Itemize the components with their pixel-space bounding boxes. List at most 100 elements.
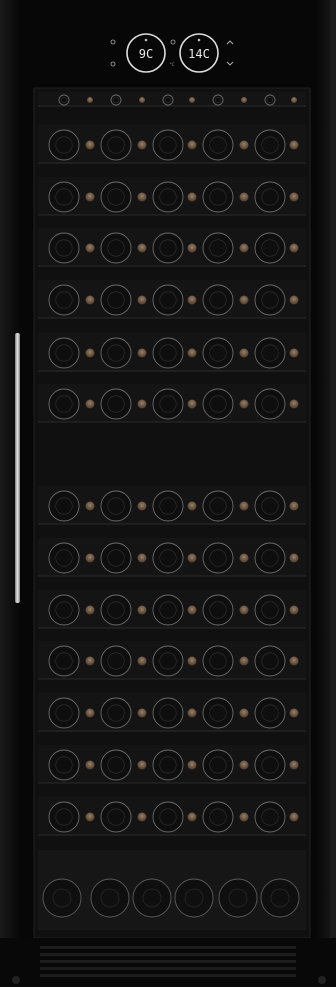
bottle-base: [110, 94, 122, 106]
bottle-base: [254, 284, 286, 316]
bottle-base: [152, 801, 184, 833]
bottle-cork: [187, 399, 197, 409]
bottle-base: [100, 801, 132, 833]
wine-shelf[interactable]: [38, 693, 306, 732]
bottle-base: [152, 645, 184, 677]
bottle-base: [202, 181, 234, 213]
bottle-cork: [239, 656, 249, 666]
bottle-base: [100, 388, 132, 420]
bottle-cork: [137, 553, 147, 563]
bottle-cork: [239, 399, 249, 409]
bottle-cork: [85, 553, 95, 563]
bottle-base: [202, 490, 234, 522]
wine-cooler: 9C 14C °C: [0, 0, 336, 987]
bottle-base: [100, 542, 132, 574]
bottle-base: [48, 337, 80, 369]
bottle-cork: [187, 348, 197, 358]
bottle-cork: [85, 140, 95, 150]
bottle-cork: [187, 553, 197, 563]
bottle-cork: [239, 501, 249, 511]
bottle-cork: [137, 708, 147, 718]
bottle-base: [254, 129, 286, 161]
bottle-cork: [239, 348, 249, 358]
bottle-cork: [289, 348, 299, 358]
bottle-cork: [189, 97, 195, 103]
bottle-base: [254, 337, 286, 369]
wine-shelf[interactable]: [38, 280, 306, 319]
bottle-base: [100, 232, 132, 264]
bottle-base: [100, 490, 132, 522]
wine-shelf[interactable]: [38, 177, 306, 216]
bottle-cork: [87, 97, 93, 103]
bottle-base: [152, 284, 184, 316]
bottle-base: [152, 490, 184, 522]
bottle-base: [48, 284, 80, 316]
front-foot-left: [12, 976, 20, 984]
bottle-cork: [187, 656, 197, 666]
bottle-base: [48, 697, 80, 729]
wine-shelf[interactable]: [38, 333, 306, 372]
grille-slat: [40, 974, 296, 977]
wine-shelf[interactable]: [38, 125, 306, 164]
bottle-cork: [187, 501, 197, 511]
bottle-base: [48, 801, 80, 833]
unit-label: °C: [170, 62, 175, 67]
bottle-base: [202, 801, 234, 833]
wine-shelf[interactable]: [38, 590, 306, 629]
bottle-base: [202, 284, 234, 316]
bottle-cork: [85, 812, 95, 822]
wine-shelf[interactable]: [38, 538, 306, 577]
bottle-base: [152, 232, 184, 264]
bottle-cork: [85, 501, 95, 511]
bottle-cork: [137, 243, 147, 253]
bottle-base: [202, 749, 234, 781]
bottle-base: [202, 542, 234, 574]
left-zone-temperature: 9C: [139, 47, 153, 61]
grille-slat: [40, 946, 296, 949]
bottle-cork: [137, 295, 147, 305]
bottle-cork: [289, 605, 299, 615]
bottle-cork: [187, 708, 197, 718]
bottle-cork: [289, 708, 299, 718]
wine-shelf[interactable]: [38, 228, 306, 267]
bottle-cork: [85, 192, 95, 202]
bottle-cork: [137, 348, 147, 358]
bottle-cork: [137, 656, 147, 666]
bottle-cork: [289, 656, 299, 666]
wine-shelf[interactable]: [38, 92, 306, 107]
bottle-base: [152, 749, 184, 781]
bottle-cork: [289, 192, 299, 202]
bottle-base: [202, 645, 234, 677]
bottle-cork: [239, 140, 249, 150]
bottle-base: [152, 181, 184, 213]
bottle-base: [212, 94, 224, 106]
bottle-cork: [137, 760, 147, 770]
bottle-cork: [289, 243, 299, 253]
bottle-cork: [85, 656, 95, 666]
bottle-cork: [137, 605, 147, 615]
bottle-cork: [289, 553, 299, 563]
bottle-base: [132, 878, 172, 918]
door-handle[interactable]: [15, 333, 20, 603]
bottle-cork: [289, 760, 299, 770]
bottle-cork: [187, 760, 197, 770]
bottle-cork: [289, 140, 299, 150]
bottle-cork: [137, 812, 147, 822]
bottle-cork: [239, 760, 249, 770]
bottle-base: [202, 594, 234, 626]
wine-shelf[interactable]: [38, 486, 306, 525]
bottle-base: [48, 594, 80, 626]
bottle-base: [152, 129, 184, 161]
wine-shelf[interactable]: [38, 384, 306, 423]
bottle-cork: [187, 812, 197, 822]
bottle-cork: [137, 399, 147, 409]
bottle-cork: [239, 708, 249, 718]
wine-shelf[interactable]: [38, 797, 306, 836]
wine-shelf[interactable]: [38, 745, 306, 784]
wine-shelf[interactable]: [38, 641, 306, 680]
bottle-base: [254, 801, 286, 833]
left-zone-indicator: [144, 38, 148, 42]
bottle-cork: [85, 760, 95, 770]
bottle-base: [264, 94, 276, 106]
bottle-base: [152, 542, 184, 574]
